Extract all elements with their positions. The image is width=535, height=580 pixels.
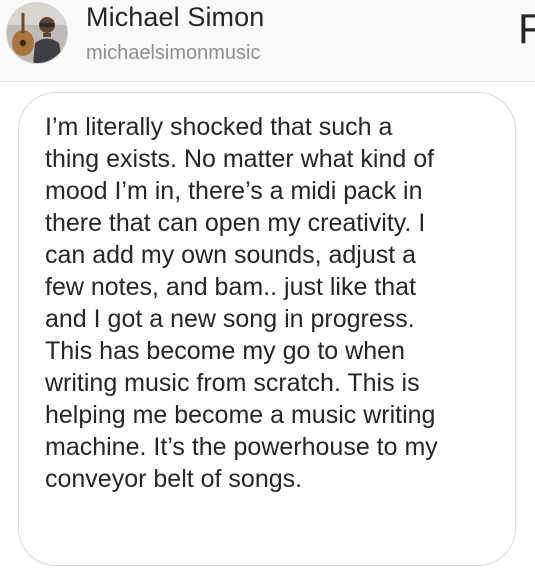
- avatar-image: [7, 3, 67, 63]
- profile-name[interactable]: Michael Simon: [86, 2, 264, 33]
- message-text: I’m literally shocked that such a thing …: [45, 113, 438, 493]
- header-action-partial[interactable]: F: [518, 8, 535, 50]
- dm-thread-screen: Michael Simon michaelsimonmusic F I’m li…: [0, 0, 535, 580]
- avatar[interactable]: [6, 2, 68, 64]
- message-bubble[interactable]: I’m literally shocked that such a thing …: [18, 92, 516, 566]
- profile-handle: michaelsimonmusic: [86, 42, 261, 64]
- conversation-header: Michael Simon michaelsimonmusic F: [0, 0, 535, 82]
